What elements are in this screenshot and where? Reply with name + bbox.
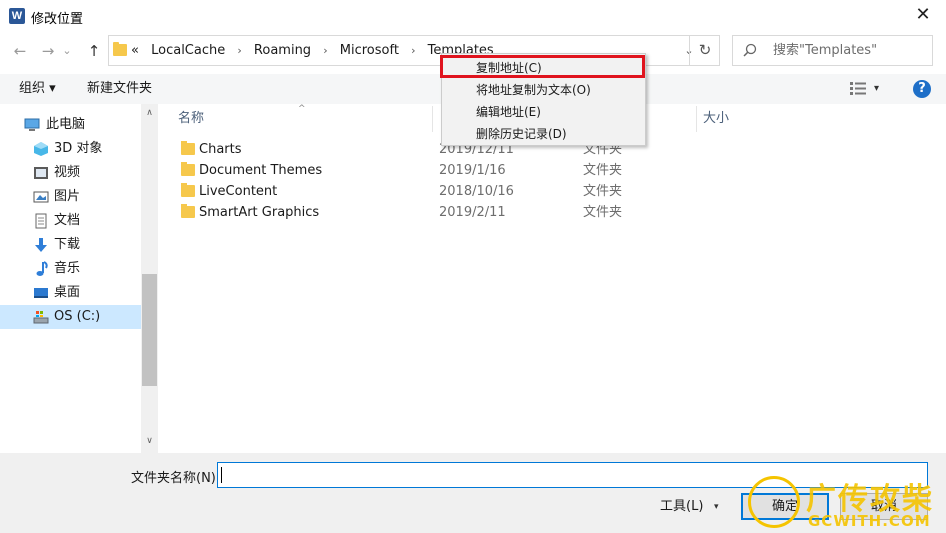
- file-date: 2019/2/11: [439, 205, 506, 220]
- text-caret: [221, 467, 222, 483]
- sort-indicator-icon: ^: [298, 104, 306, 114]
- organize-button[interactable]: 组织 ▾: [19, 74, 56, 104]
- refresh-button[interactable]: ↻: [689, 35, 720, 66]
- sidebar-item-label: 3D 对象: [54, 141, 103, 156]
- scrollbar-thumb[interactable]: [142, 274, 157, 386]
- sidebar-item-this-pc[interactable]: 此电脑: [0, 113, 141, 137]
- close-button[interactable]: ✕: [900, 0, 946, 32]
- cube-icon: [34, 142, 48, 156]
- document-icon: [35, 213, 47, 229]
- file-name: Document Themes: [199, 163, 323, 178]
- file-row[interactable]: SmartArt Graphics 2019/2/11 文件夹: [158, 202, 946, 223]
- file-type: 文件夹: [583, 205, 623, 220]
- sidebar-scrollbar[interactable]: ∧ ∨: [141, 104, 158, 453]
- navigation-pane: 此电脑 3D 对象 视频 图片 文档 下载 音乐 桌面 OS (C:) ∧ ∨: [0, 104, 158, 453]
- file-date: 2019/1/16: [439, 163, 506, 178]
- tools-button[interactable]: 工具(L): [652, 495, 732, 519]
- menu-item-edit-address[interactable]: 编辑地址(E): [442, 101, 645, 123]
- sidebar-item-music[interactable]: 音乐: [0, 257, 141, 281]
- column-header-size[interactable]: 大小: [703, 104, 729, 134]
- sidebar-item-videos[interactable]: 视频: [0, 161, 141, 185]
- menu-item-delete-history[interactable]: 删除历史记录(D): [442, 123, 645, 145]
- file-name: LiveContent: [199, 184, 278, 199]
- sidebar-item-label: 文档: [54, 213, 81, 228]
- watermark-circle: [748, 476, 800, 528]
- file-row[interactable]: Document Themes 2019/1/16 文件夹: [158, 160, 946, 181]
- music-icon: [36, 261, 48, 276]
- sidebar-item-label: 图片: [54, 189, 81, 204]
- word-app-icon: W: [9, 8, 25, 24]
- file-name: Charts: [199, 142, 242, 157]
- column-divider[interactable]: [696, 106, 697, 132]
- search-icon: [743, 43, 757, 57]
- column-divider[interactable]: [432, 106, 433, 132]
- window-title: 修改位置: [31, 12, 84, 27]
- help-icon[interactable]: ?: [913, 80, 931, 98]
- watermark-subtitle: GCWITH.COM: [808, 512, 931, 530]
- sidebar-item-desktop[interactable]: 桌面: [0, 281, 141, 305]
- sidebar-item-downloads[interactable]: 下载: [0, 233, 141, 257]
- sidebar-item-3d-objects[interactable]: 3D 对象: [0, 137, 141, 161]
- view-options-icon[interactable]: [850, 82, 866, 95]
- scroll-up-arrow[interactable]: ∧: [141, 108, 158, 118]
- search-placeholder: 搜索"Templates": [773, 43, 878, 58]
- download-icon: [35, 238, 47, 252]
- breadcrumb-separator[interactable]: ›: [323, 36, 327, 65]
- breadcrumb-separator[interactable]: ›: [411, 36, 415, 65]
- breadcrumb-item[interactable]: Roaming: [254, 36, 311, 65]
- folder-icon: [181, 183, 195, 197]
- folder-icon: [181, 204, 195, 218]
- desktop-icon: [34, 288, 48, 298]
- sidebar-item-documents[interactable]: 文档: [0, 209, 141, 233]
- file-date: 2018/10/16: [439, 184, 514, 199]
- folder-icon: [113, 42, 127, 56]
- file-row[interactable]: LiveContent 2018/10/16 文件夹: [158, 181, 946, 202]
- search-input[interactable]: 搜索"Templates": [732, 35, 933, 66]
- tools-dropdown-icon[interactable]: ▾: [714, 495, 719, 519]
- breadcrumb-separator[interactable]: ›: [237, 36, 241, 65]
- view-dropdown-button[interactable]: ▾: [874, 74, 879, 104]
- watermark-logo: 广传攻柴 GCWITH.COM: [748, 470, 946, 533]
- scroll-down-arrow[interactable]: ∨: [141, 436, 158, 446]
- new-folder-button[interactable]: 新建文件夹: [87, 74, 152, 104]
- file-type: 文件夹: [583, 184, 623, 199]
- folder-name-label: 文件夹名称(N):: [131, 471, 221, 486]
- drive-icon: [33, 311, 49, 324]
- title-bar: W 修改位置 ✕: [0, 0, 946, 32]
- recent-locations-dropdown[interactable]: ⌄: [60, 40, 74, 62]
- file-list: ^ 名称 大小 Charts 2019/12/11 文件夹 Document T…: [158, 104, 946, 453]
- breadcrumb-item[interactable]: Microsoft: [340, 36, 399, 65]
- column-header-name[interactable]: 名称: [178, 104, 204, 134]
- sidebar-item-pictures[interactable]: 图片: [0, 185, 141, 209]
- highlight-box: [440, 55, 645, 78]
- sidebar-item-label: OS (C:): [54, 309, 101, 324]
- breadcrumb-item[interactable]: LocalCache: [151, 36, 225, 65]
- breadcrumb-overflow[interactable]: «: [131, 36, 139, 65]
- back-button[interactable]: ←: [9, 40, 31, 62]
- sidebar-item-label: 视频: [54, 165, 81, 180]
- file-type: 文件夹: [583, 163, 623, 178]
- sidebar-item-label: 音乐: [54, 261, 81, 276]
- folder-icon: [181, 162, 195, 176]
- sidebar-item-os-drive[interactable]: OS (C:): [0, 305, 141, 329]
- picture-icon: [33, 191, 49, 203]
- up-button[interactable]: ↑: [83, 40, 105, 62]
- menu-item-copy-address-as-text[interactable]: 将地址复制为文本(O): [442, 79, 645, 101]
- forward-button[interactable]: →: [37, 40, 59, 62]
- file-name: SmartArt Graphics: [199, 205, 320, 220]
- sidebar-item-label: 下载: [54, 237, 81, 252]
- folder-icon: [181, 141, 195, 155]
- video-icon: [34, 167, 48, 179]
- sidebar-item-label: 此电脑: [46, 117, 86, 132]
- sidebar-item-label: 桌面: [54, 285, 81, 300]
- computer-icon: [24, 118, 40, 131]
